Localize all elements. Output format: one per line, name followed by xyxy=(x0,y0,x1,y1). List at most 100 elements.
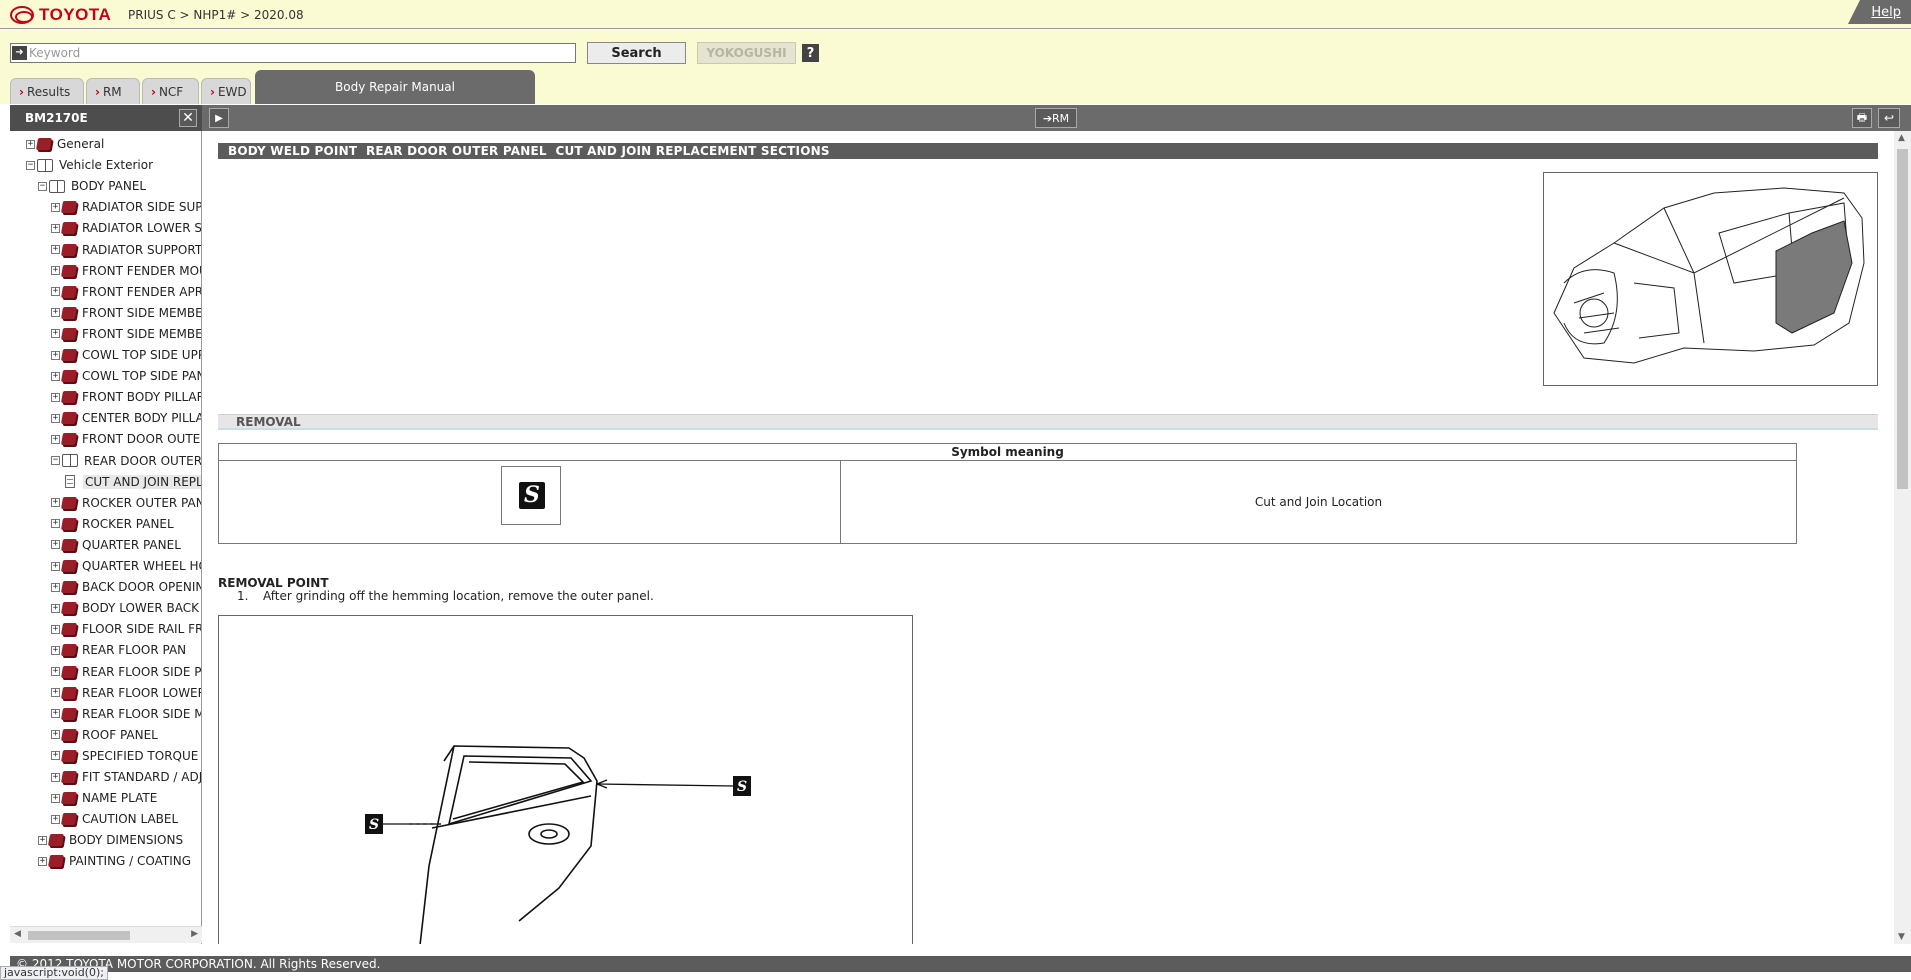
goto-rm-button[interactable]: ➔RM xyxy=(1035,108,1077,128)
tree-item[interactable]: − BODY PANEL xyxy=(38,177,146,195)
book-icon xyxy=(60,306,78,319)
return-icon[interactable]: ↩ xyxy=(1878,108,1900,128)
scroll-left-icon[interactable]: ◀ xyxy=(14,929,21,939)
expand-icon[interactable]: + xyxy=(38,856,47,866)
tree-item[interactable]: + ROOF PANEL xyxy=(51,726,158,744)
tree-item-label: FRONT FENDER APRO xyxy=(82,284,202,299)
tree-item[interactable]: + REAR FLOOR SIDE PA xyxy=(51,663,201,681)
tree-item[interactable]: + REAR FLOOR PAN xyxy=(51,641,186,659)
tree-item[interactable]: + FLOOR SIDE RAIL FR xyxy=(51,620,201,638)
expand-icon[interactable]: + xyxy=(51,793,60,803)
tree-item[interactable]: + QUARTER PANEL xyxy=(51,536,181,554)
expand-icon[interactable]: + xyxy=(38,835,47,845)
tree-item[interactable]: + NAME PLATE xyxy=(51,789,157,807)
expand-icon[interactable]: + xyxy=(51,582,60,592)
expand-icon[interactable]: + xyxy=(51,350,60,360)
tab-results[interactable]: › Results xyxy=(10,78,84,104)
tree-item[interactable]: + COWL TOP SIDE UPP xyxy=(51,346,201,364)
expand-icon[interactable]: + xyxy=(51,371,60,381)
tree-item[interactable]: + BACK DOOR OPENIN xyxy=(51,578,201,596)
collapse-icon[interactable]: − xyxy=(51,456,60,465)
tree-item[interactable]: + FRONT DOOR OUTER xyxy=(51,430,201,448)
expand-icon[interactable]: + xyxy=(51,308,60,318)
tree-item[interactable]: + FRONT BODY PILLAR xyxy=(51,388,201,406)
keyword-input[interactable] xyxy=(29,44,569,62)
expand-icon[interactable]: + xyxy=(51,709,60,719)
tree-item[interactable]: + ROCKER OUTER PANI xyxy=(51,494,201,512)
tab-body-repair-manual[interactable]: Body Repair Manual xyxy=(255,70,535,104)
expand-icon[interactable]: + xyxy=(51,245,60,254)
expand-icon[interactable]: + xyxy=(51,266,60,276)
expand-icon[interactable]: + xyxy=(26,139,35,149)
book-icon xyxy=(60,623,78,636)
expand-icon[interactable]: + xyxy=(51,751,60,761)
tree-item[interactable]: + ROCKER PANEL xyxy=(51,515,174,533)
tree-item[interactable]: − REAR DOOR OUTER F xyxy=(51,452,201,470)
expand-icon[interactable]: + xyxy=(51,730,60,740)
expand-icon[interactable]: + xyxy=(51,223,60,233)
tree-item[interactable]: + PAINTING / COATING xyxy=(38,852,191,870)
tree-item[interactable]: + FRONT FENDER APRO xyxy=(51,283,202,301)
expand-panel-button[interactable]: ▶ xyxy=(209,108,229,128)
tree-item[interactable]: + RADIATOR SIDE SUP xyxy=(51,198,201,216)
tree-item[interactable]: + RADIATOR SUPPORT xyxy=(51,241,201,259)
tree-item[interactable]: + CENTER BODY PILLA xyxy=(51,409,202,427)
open-book-icon xyxy=(49,179,65,193)
tab-ncf[interactable]: › NCF xyxy=(142,78,199,104)
tree-item[interactable]: + FRONT SIDE MEMBER xyxy=(51,325,201,343)
expand-icon[interactable]: + xyxy=(51,561,60,571)
expand-icon[interactable]: + xyxy=(51,202,60,212)
expand-icon[interactable]: + xyxy=(51,667,60,676)
tree-item[interactable]: + RADIATOR LOWER SU xyxy=(51,219,201,237)
book-icon xyxy=(60,602,78,615)
expand-icon[interactable]: + xyxy=(51,519,60,529)
yokogushi-button[interactable]: YOKOGUSHI xyxy=(697,42,796,64)
tree-item[interactable]: − Vehicle Exterior xyxy=(26,156,153,174)
expand-icon[interactable]: + xyxy=(51,624,60,634)
tree-item[interactable]: + CAUTION LABEL xyxy=(51,810,178,828)
expand-icon[interactable]: + xyxy=(51,540,60,550)
search-button[interactable]: Search xyxy=(587,42,686,64)
expand-icon[interactable]: + xyxy=(51,498,60,508)
tree-item[interactable]: + FIT STANDARD / ADJ xyxy=(51,768,201,786)
tree-item[interactable]: + BODY DIMENSIONS xyxy=(38,831,183,849)
content-vertical-scrollbar[interactable]: ▲ ▼ xyxy=(1894,131,1911,944)
scroll-up-icon[interactable]: ▲ xyxy=(1898,133,1905,143)
tree-horizontal-scrollbar[interactable]: ◀ ▶ xyxy=(10,926,202,943)
print-icon[interactable]: 🖶 xyxy=(1852,108,1872,128)
expand-icon[interactable]: + xyxy=(51,329,60,339)
expand-icon[interactable]: + xyxy=(51,645,60,655)
collapse-icon[interactable]: − xyxy=(26,160,35,170)
expand-icon[interactable]: + xyxy=(51,814,60,824)
search-help-button[interactable]: ? xyxy=(802,44,819,62)
tab-ewd[interactable]: › EWD xyxy=(201,78,251,104)
expand-icon[interactable]: + xyxy=(51,392,60,402)
collapse-icon[interactable]: − xyxy=(38,181,47,191)
book-icon xyxy=(60,560,78,572)
scrollbar-thumb[interactable] xyxy=(28,931,130,940)
tree-item[interactable]: + REAR FLOOR LOWER xyxy=(51,684,201,702)
scrollbar-thumb[interactable] xyxy=(1897,149,1908,489)
close-panel-button[interactable]: ✕ xyxy=(179,109,197,127)
tree-item[interactable]: + FRONT SIDE MEMBER xyxy=(51,304,201,322)
tree-item[interactable]: + General xyxy=(26,135,104,153)
tree-item[interactable]: + REAR FLOOR SIDE M xyxy=(51,705,201,723)
scroll-down-icon[interactable]: ▼ xyxy=(1898,932,1905,942)
scroll-right-icon[interactable]: ▶ xyxy=(191,929,198,939)
tree-item-label: CENTER BODY PILLA xyxy=(82,411,202,426)
book-icon xyxy=(60,285,78,298)
expand-icon[interactable]: + xyxy=(51,688,60,698)
tree-item[interactable]: + BODY LOWER BACK F xyxy=(51,599,201,617)
expand-icon[interactable]: + xyxy=(51,413,60,423)
tree-item[interactable]: + SPECIFIED TORQUE xyxy=(51,747,198,765)
help-link[interactable]: Help xyxy=(1848,0,1911,24)
expand-icon[interactable]: + xyxy=(51,287,60,297)
expand-icon[interactable]: + xyxy=(51,603,60,613)
tab-rm[interactable]: › RM xyxy=(86,78,140,104)
tree-item[interactable]: CUT AND JOIN REPLA xyxy=(63,473,201,491)
tree-item[interactable]: + COWL TOP SIDE PAN xyxy=(51,367,201,385)
tree-item[interactable]: + FRONT FENDER MOU xyxy=(51,262,201,280)
expand-icon[interactable]: + xyxy=(51,772,60,782)
tree-item[interactable]: + QUARTER WHEEL HO xyxy=(51,557,201,575)
expand-icon[interactable]: + xyxy=(51,434,60,444)
